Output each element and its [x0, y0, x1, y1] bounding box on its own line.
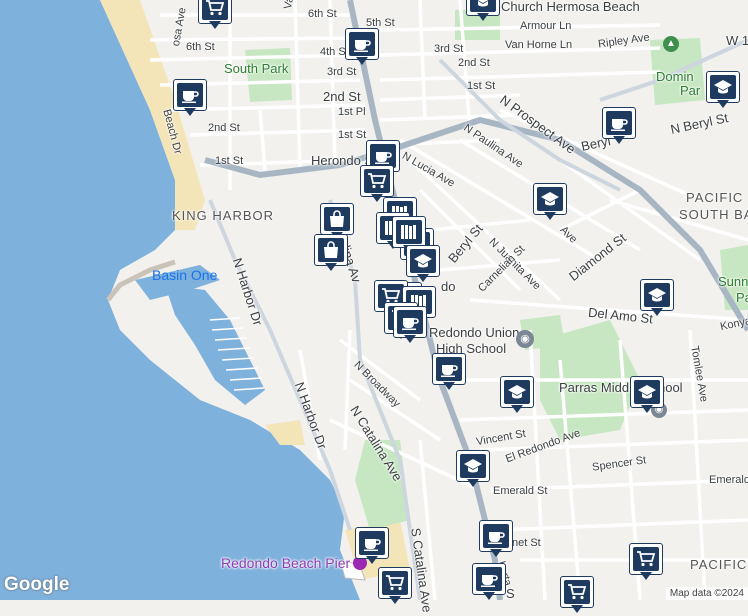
school-poi-icon[interactable]: ◉ — [516, 330, 534, 348]
marker-tail — [490, 549, 502, 557]
google-logo: Google — [4, 574, 70, 595]
cart-icon — [564, 580, 590, 604]
cart-marker[interactable] — [560, 576, 594, 616]
marker-box — [406, 245, 440, 277]
coffee-icon — [606, 111, 632, 135]
marker-box — [479, 520, 513, 552]
marker-tail — [613, 136, 625, 144]
school-icon — [410, 249, 436, 273]
coffee-marker[interactable] — [393, 306, 427, 346]
marker-tail — [389, 596, 401, 604]
marker-box — [320, 203, 354, 235]
cart-icon — [202, 0, 228, 20]
marker-tail — [640, 572, 652, 580]
marker-box — [393, 306, 427, 338]
marker-tail — [483, 592, 495, 600]
marker-box — [355, 527, 389, 559]
school-icon — [470, 0, 496, 12]
school-marker[interactable] — [533, 183, 567, 223]
school-marker[interactable] — [640, 279, 674, 319]
marker-tail — [443, 382, 455, 390]
cart-icon — [382, 571, 408, 595]
marker-tail — [641, 405, 653, 413]
coffee-icon — [397, 310, 423, 334]
bag-icon — [318, 238, 344, 262]
marker-box — [173, 79, 207, 111]
map-attribution[interactable]: Map data ©2024 — [665, 587, 748, 600]
marker-tail — [366, 556, 378, 564]
coffee-icon — [476, 567, 502, 591]
coffee-icon — [483, 524, 509, 548]
school-icon — [504, 380, 530, 404]
cart-icon — [633, 547, 659, 571]
coffee-icon — [436, 357, 462, 381]
marker-tail — [651, 308, 663, 316]
marker-tail — [717, 100, 729, 108]
coffee-marker[interactable] — [355, 527, 389, 567]
marker-box — [314, 234, 348, 266]
marker-tail — [184, 108, 196, 116]
school-icon — [710, 75, 736, 99]
school-marker[interactable] — [630, 376, 664, 416]
marker-box — [378, 567, 412, 599]
marker-box — [392, 216, 426, 248]
coffee-marker[interactable] — [173, 79, 207, 119]
school-marker[interactable] — [706, 71, 740, 111]
marker-box — [500, 376, 534, 408]
marker-tail — [404, 335, 416, 343]
cart-marker[interactable] — [378, 567, 412, 607]
school-marker[interactable] — [466, 0, 500, 24]
marker-box — [360, 165, 394, 197]
marker-tail — [209, 21, 221, 29]
coffee-marker[interactable] — [472, 563, 506, 603]
marker-tail — [571, 605, 583, 613]
marker-tail — [511, 405, 523, 413]
marker-box — [629, 543, 663, 575]
marker-box — [706, 71, 740, 103]
marker-box — [630, 376, 664, 408]
coffee-marker[interactable] — [602, 107, 636, 147]
marker-box — [560, 576, 594, 608]
marker-tail — [371, 194, 383, 202]
marker-tail — [325, 263, 337, 271]
sunnyglen-park — [720, 245, 748, 310]
coffee-icon — [349, 32, 375, 56]
marker-box — [472, 563, 506, 595]
coffee-marker[interactable] — [479, 520, 513, 560]
marker-box — [640, 279, 674, 311]
book-icon — [396, 220, 422, 244]
bag-marker[interactable] — [314, 234, 348, 274]
cart-marker[interactable] — [198, 0, 232, 32]
marker-tail — [417, 274, 429, 282]
marker-tail — [467, 479, 479, 487]
cart-icon — [364, 169, 390, 193]
marker-box — [602, 107, 636, 139]
marker-box — [456, 450, 490, 482]
school-icon — [634, 380, 660, 404]
school-marker[interactable] — [500, 376, 534, 416]
coffee-marker[interactable] — [345, 28, 379, 68]
school-marker[interactable] — [456, 450, 490, 490]
school-icon — [644, 283, 670, 307]
bag-icon — [324, 207, 350, 231]
marker-box — [432, 353, 466, 385]
coffee-icon — [177, 83, 203, 107]
marker-tail — [544, 212, 556, 220]
cart-marker[interactable] — [629, 543, 663, 583]
marker-tail — [477, 13, 489, 21]
marker-box — [533, 183, 567, 215]
school-marker[interactable] — [406, 245, 440, 285]
school-icon — [460, 454, 486, 478]
marker-tail — [356, 57, 368, 65]
marker-box — [345, 28, 379, 60]
coffee-icon — [359, 531, 385, 555]
coffee-marker[interactable] — [432, 353, 466, 393]
park-poi-icon[interactable]: ▲ — [663, 36, 679, 52]
school-icon — [537, 187, 563, 211]
